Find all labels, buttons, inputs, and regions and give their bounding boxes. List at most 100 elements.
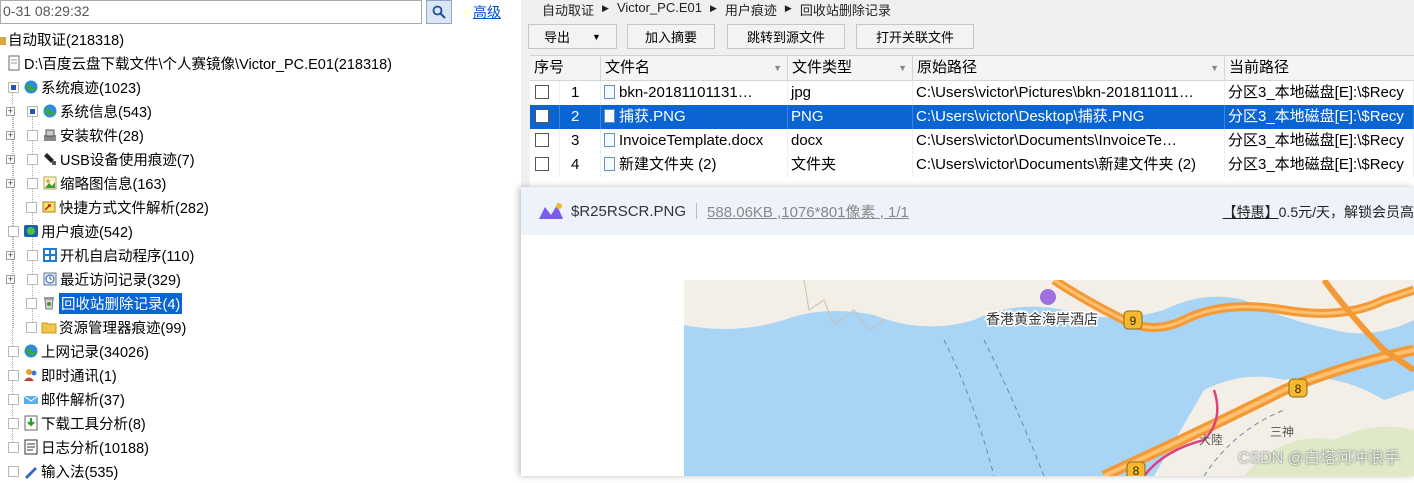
tree-checkbox[interactable] xyxy=(8,345,19,357)
row-filename: 捕获.PNG xyxy=(601,105,788,129)
filter-icon[interactable]: ▼ xyxy=(773,56,782,80)
row-checkbox-cell[interactable] xyxy=(530,105,560,129)
chevron-right-icon: ▶ xyxy=(784,3,792,13)
row-no: 2 xyxy=(560,105,601,129)
tree-checkbox[interactable] xyxy=(8,441,19,453)
expand-icon[interactable]: + xyxy=(6,274,15,284)
tree-checkbox[interactable] xyxy=(27,105,38,117)
tree-node-recent-access[interactable]: + 最近访问记录(329) xyxy=(6,268,181,290)
column-header-original-path[interactable]: 原始路径 ▼ xyxy=(913,56,1225,81)
table-row[interactable]: 4 新建文件夹 (2) 文件夹 C:\Users\victor\Document… xyxy=(530,153,1414,177)
expand-icon[interactable]: + xyxy=(6,154,15,164)
row-checkbox[interactable] xyxy=(535,157,549,171)
user-traces-icon xyxy=(23,223,39,239)
globe-icon xyxy=(23,79,39,95)
tree-checkbox[interactable] xyxy=(27,177,38,189)
promo-link[interactable]: 【特惠】0.5元/天，解锁会员高 xyxy=(1223,202,1414,222)
tree-node-installed-software[interactable]: + 安装软件(28) xyxy=(6,124,144,146)
tree-node-download-tools[interactable]: 下载工具分析(8) xyxy=(8,412,146,434)
row-checkbox[interactable] xyxy=(535,85,549,99)
file-icon xyxy=(604,133,615,147)
filter-icon[interactable]: ▼ xyxy=(898,56,907,80)
filter-icon[interactable]: ▼ xyxy=(1210,56,1219,80)
search-icon xyxy=(432,5,446,19)
tree-node-web-history[interactable]: 上网记录(34026) xyxy=(8,340,149,362)
jump-to-source-button[interactable]: 跳转到源文件 xyxy=(727,24,845,49)
tree-checkbox[interactable] xyxy=(8,225,19,237)
tree-checkbox[interactable] xyxy=(26,297,37,309)
watermark: CSDN @白塔河冲浪手 xyxy=(1237,450,1400,467)
tree-node-recycle-bin[interactable]: 回收站删除记录(4) xyxy=(26,292,183,314)
row-original-path: C:\Users\victor\Documents\新建文件夹 (2) xyxy=(913,153,1225,177)
viewer-filename: $R25RSCR.PNG xyxy=(571,202,687,220)
tree-node-startup-programs[interactable]: + 开机自启动程序(110) xyxy=(6,244,194,266)
row-checkbox-cell[interactable] xyxy=(530,129,560,153)
breadcrumb-item[interactable]: 回收站删除记录 xyxy=(800,0,891,18)
tree-node-label: 下载工具分析(8) xyxy=(41,416,146,433)
row-current-path: 分区3_本地磁盘[E]:\$Recy xyxy=(1225,129,1414,153)
tree-node-thumbnails[interactable]: + 缩略图信息(163) xyxy=(6,172,166,194)
file-icon xyxy=(604,109,615,123)
row-checkbox[interactable] xyxy=(535,133,549,147)
tree-node-label: 邮件解析(37) xyxy=(41,392,125,409)
tree-node-system-info[interactable]: + 系统信息(543) xyxy=(6,100,152,122)
column-header-current-path[interactable]: 当前路径 xyxy=(1225,56,1414,81)
breadcrumb-item[interactable]: 用户痕迹 xyxy=(725,0,777,18)
tree-node-input-method[interactable]: 输入法(535) xyxy=(8,460,118,482)
search-button[interactable] xyxy=(426,0,452,24)
tree-node-image-file[interactable]: D:\百度云盘下载文件\个人赛镜像\Victor_PC.E01(218318) xyxy=(6,52,392,74)
tree-checkbox[interactable] xyxy=(27,249,38,261)
tree-checkbox[interactable] xyxy=(27,129,38,141)
tree-checkbox[interactable] xyxy=(26,321,37,333)
tree-checkbox[interactable] xyxy=(8,393,19,405)
tree-node-mail-parse[interactable]: 邮件解析(37) xyxy=(8,388,125,410)
tree-checkbox[interactable] xyxy=(27,153,38,165)
add-summary-button[interactable]: 加入摘要 xyxy=(627,24,715,49)
tree-node-label: 资源管理器痕迹(99) xyxy=(59,320,187,337)
open-related-button[interactable]: 打开关联文件 xyxy=(856,24,974,49)
expand-icon[interactable]: + xyxy=(6,250,15,260)
tree-node-auto-forensics[interactable]: 自动取证(218318) xyxy=(0,28,124,50)
tree-node-system-traces[interactable]: 系统痕迹(1023) xyxy=(8,76,141,98)
column-header-no[interactable]: 序号 xyxy=(530,56,601,81)
expand-icon[interactable]: + xyxy=(6,106,15,116)
tree-node-instant-messaging[interactable]: 即时通讯(1) xyxy=(8,364,117,386)
advanced-search-link[interactable]: 高级 xyxy=(473,2,501,22)
tree-checkbox[interactable] xyxy=(8,417,19,429)
row-checkbox[interactable] xyxy=(535,109,549,123)
table-header: 序号 文件名 ▼ 文件类型 ▼ 原始路径 ▼ 当前路径 xyxy=(530,56,1414,81)
divider xyxy=(696,203,698,219)
tree-node-user-traces[interactable]: 用户痕迹(542) xyxy=(8,220,133,242)
breadcrumb-item[interactable]: 自动取证 xyxy=(542,0,594,18)
search-input[interactable]: 0-31 08:29:32 xyxy=(0,0,422,24)
expand-icon[interactable]: + xyxy=(6,130,15,140)
tree-node-shortcut-parse[interactable]: 快捷方式文件解析(282) xyxy=(26,196,209,218)
expand-icon[interactable]: + xyxy=(6,178,15,188)
file-icon xyxy=(604,85,615,99)
log-icon xyxy=(23,439,39,455)
export-label: 导出 xyxy=(544,30,571,45)
export-button[interactable]: 导出 ▼ xyxy=(528,24,617,49)
tree-node-label: 自动取证(218318) xyxy=(8,32,125,49)
map-label-sanchi: 三神 xyxy=(1270,425,1294,439)
folder-icon xyxy=(0,31,6,47)
column-header-type[interactable]: 文件类型 ▼ xyxy=(788,56,913,81)
table-row-selected[interactable]: 2 捕获.PNG PNG C:\Users\victor\Desktop\捕获.… xyxy=(530,105,1414,129)
tree-checkbox[interactable] xyxy=(27,273,38,285)
tree-checkbox[interactable] xyxy=(8,81,19,93)
shortcut-icon xyxy=(41,199,57,215)
tree-node-usb-traces[interactable]: + USB设备使用痕迹(7) xyxy=(6,148,195,170)
column-header-name[interactable]: 文件名 ▼ xyxy=(601,56,788,81)
table-row[interactable]: 1 bkn-20181101131… jpg C:\Users\victor\P… xyxy=(530,81,1414,105)
tree-checkbox[interactable] xyxy=(26,201,37,213)
breadcrumb-item[interactable]: Victor_PC.E01 xyxy=(617,0,702,16)
row-checkbox-cell[interactable] xyxy=(530,153,560,177)
tree-checkbox[interactable] xyxy=(8,465,19,477)
tree-checkbox[interactable] xyxy=(8,369,19,381)
keyboard-icon xyxy=(23,463,39,479)
table-row[interactable]: 3 InvoiceTemplate.docx docx C:\Users\vic… xyxy=(530,129,1414,153)
tree-node-explorer-traces[interactable]: 资源管理器痕迹(99) xyxy=(26,316,186,338)
tree-node-label: 系统痕迹(1023) xyxy=(41,80,141,97)
tree-node-log-analysis[interactable]: 日志分析(10188) xyxy=(8,436,149,458)
row-checkbox-cell[interactable] xyxy=(530,81,560,105)
